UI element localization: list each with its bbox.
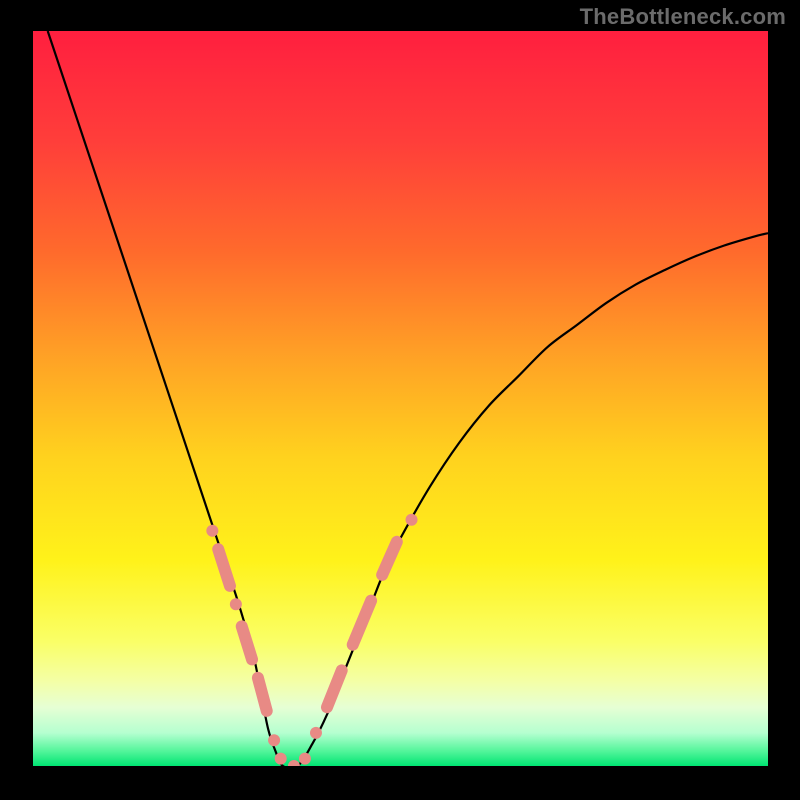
watermark-label: TheBottleneck.com [580, 4, 786, 30]
highlight-dot [310, 727, 322, 739]
chart-svg [33, 31, 768, 766]
gradient-background [33, 31, 768, 766]
highlight-dot [406, 514, 418, 526]
highlight-dot [275, 753, 287, 765]
highlight-capsule [258, 678, 267, 711]
plot-area [33, 31, 768, 766]
highlight-dot [268, 734, 280, 746]
chart-frame: TheBottleneck.com [0, 0, 800, 800]
highlight-dot [230, 598, 242, 610]
highlight-dot [206, 525, 218, 537]
highlight-dot [299, 753, 311, 765]
